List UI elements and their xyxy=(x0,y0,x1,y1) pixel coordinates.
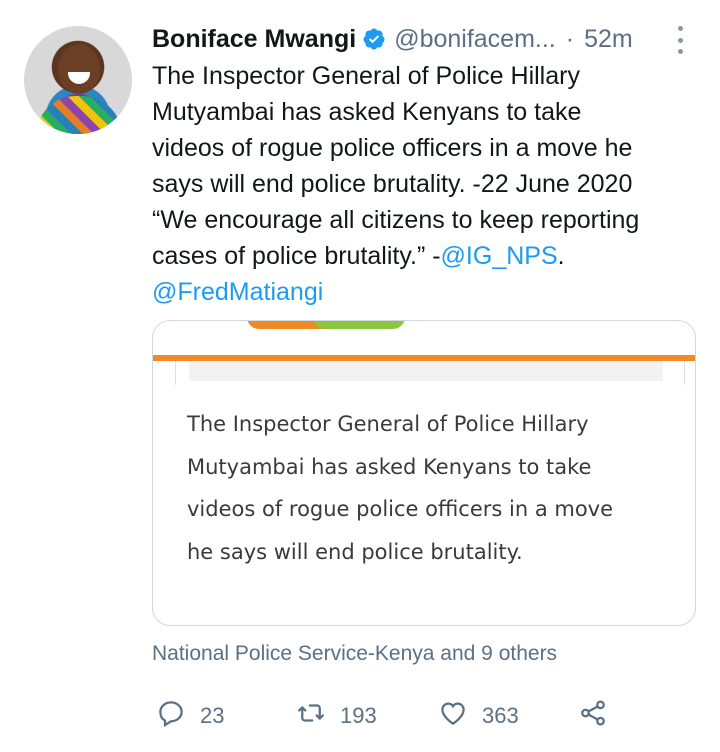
card-article-line: In a Twitter chat with Kenyans on Monday… xyxy=(187,615,687,625)
card-article-line: videos of rogue police officers in a mov… xyxy=(187,497,614,521)
mention-link-ig-nps[interactable]: @IG_NPS xyxy=(441,242,558,270)
tweet-actions: 23 193 363 xyxy=(152,694,652,738)
social-context[interactable]: National Police Service-Kenya and 9 othe… xyxy=(152,642,557,666)
more-dot xyxy=(677,37,683,43)
author-handle[interactable]: @bonifacem... xyxy=(394,25,556,54)
more-dot xyxy=(677,26,683,31)
like-button[interactable]: 363 xyxy=(438,694,519,738)
more-dot xyxy=(677,49,683,54)
card-article-line: Mutyambai has asked Kenyans to take xyxy=(187,454,592,479)
card-frame-fill xyxy=(189,361,663,381)
tweet-text-segment: videos of rogue police officers in a mov… xyxy=(152,134,633,162)
share-button[interactable] xyxy=(578,694,608,738)
more-vertical-icon[interactable] xyxy=(674,26,686,54)
card-header-shape xyxy=(313,321,405,329)
tweet-header: Boniface Mwangi @bonifacem... · 52m xyxy=(152,22,633,56)
retweet-icon xyxy=(296,698,326,734)
tweet-text-segment: “We encourage all citizens to keep repor… xyxy=(152,206,640,234)
tweet-text-segment: . xyxy=(557,242,565,270)
tweet-text-segment: Mutyambai has asked Kenyans to take xyxy=(152,98,582,126)
mention-link-fredmatiangi[interactable]: @FredMatiangi xyxy=(152,278,323,306)
tweet-text-line: Mutyambai has asked Kenyans to take xyxy=(152,94,700,130)
tweet-text-line: @FredMatiangi xyxy=(152,274,700,310)
avatar[interactable] xyxy=(24,26,132,134)
tweet-text: The Inspector General of Police Hillary … xyxy=(152,58,700,310)
reply-button[interactable]: 23 xyxy=(156,694,224,738)
reply-icon xyxy=(156,698,186,734)
link-preview-card[interactable]: The Inspector General of Police Hillary … xyxy=(152,320,696,626)
card-article-line: he says will end police brutality. xyxy=(187,539,523,564)
tweet-text-segment: The Inspector General of Police Hillary xyxy=(152,62,580,90)
retweet-count: 193 xyxy=(340,703,377,728)
heart-icon xyxy=(438,698,468,734)
author-name[interactable]: Boniface Mwangi xyxy=(152,25,356,54)
card-article-line: The Inspector General of Police Hillary xyxy=(187,412,589,436)
tweet-text-segment: says will end police brutality. -22 June… xyxy=(152,170,633,198)
avatar-face xyxy=(58,44,100,94)
avatar-shirt xyxy=(36,96,122,134)
tweet-text-line: says will end police brutality. -22 June… xyxy=(152,166,700,202)
tweet-text-line: The Inspector General of Police Hillary xyxy=(152,58,700,94)
share-icon xyxy=(578,698,608,734)
card-article-text: The Inspector General of Police Hillary … xyxy=(187,403,687,625)
retweet-button[interactable]: 193 xyxy=(296,694,377,738)
card-paragraph-gap xyxy=(187,573,687,615)
like-count: 363 xyxy=(482,703,519,728)
tweet-text-segment: cases of police brutality.” - xyxy=(152,242,441,270)
tweet-timestamp[interactable]: 52m xyxy=(584,25,633,54)
header-separator: · xyxy=(565,24,575,53)
tweet-text-line: cases of police brutality.” -@IG_NPS. xyxy=(152,238,700,274)
verified-badge-icon xyxy=(362,27,386,51)
tweet-text-line: “We encourage all citizens to keep repor… xyxy=(152,202,700,238)
reply-count: 23 xyxy=(200,703,225,728)
tweet-text-line: videos of rogue police officers in a mov… xyxy=(152,130,700,166)
